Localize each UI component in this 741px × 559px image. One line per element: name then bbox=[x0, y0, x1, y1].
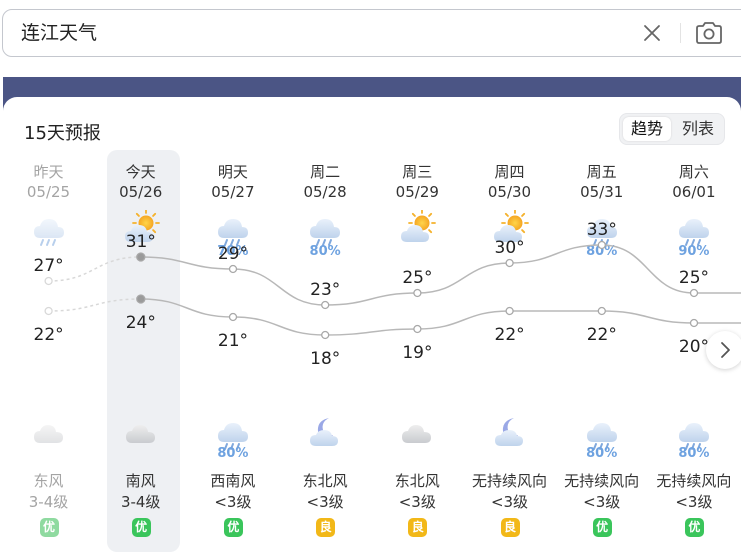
cloudy-icon bbox=[402, 425, 432, 443]
day-column[interactable]: 明天 05/27 70% 80% 西南风 <3级 优 bbox=[187, 152, 279, 552]
moon-cloud-icon bbox=[494, 418, 523, 446]
day-name: 周五 bbox=[586, 163, 617, 181]
wind-direction: 东风 bbox=[33, 472, 64, 490]
cloud-rain-icon bbox=[586, 219, 617, 246]
cloudy-icon bbox=[33, 425, 63, 443]
search-input[interactable]: 连江天气 bbox=[21, 10, 581, 56]
day-column[interactable]: 周五 05/31 80% 80% 无持续风向 <3级 优 bbox=[556, 152, 648, 552]
aqi-badge: 优 bbox=[684, 518, 704, 537]
wind-level: <3级 bbox=[675, 493, 713, 511]
rain-chance-day: 80% bbox=[309, 244, 341, 259]
day-date: 05/28 bbox=[303, 183, 347, 201]
partly-sunny-icon bbox=[401, 210, 437, 242]
cloud-rain-icon bbox=[310, 219, 341, 246]
rain-chance-day: 90% bbox=[678, 244, 710, 259]
toggle-trend[interactable]: 趋势 bbox=[623, 117, 671, 141]
wind-direction: 东北风 bbox=[302, 472, 348, 490]
scroll-right-button[interactable] bbox=[706, 331, 741, 369]
day-column[interactable]: 周二 05/28 80% 东北风 <3级 良 bbox=[279, 152, 371, 552]
day-column[interactable]: 今天 05/26 南风 3-4级 优 bbox=[95, 152, 187, 552]
wind-level: <3级 bbox=[490, 493, 529, 511]
day-name: 昨天 bbox=[33, 163, 64, 181]
day-name: 明天 bbox=[217, 163, 248, 181]
wind-direction: 无持续风向 bbox=[564, 472, 640, 490]
cloud-rain-icon bbox=[217, 219, 248, 246]
camera-icon[interactable] bbox=[694, 20, 724, 46]
chevron-right-icon bbox=[721, 342, 730, 358]
wind-direction: 无持续风向 bbox=[471, 472, 547, 490]
day-date: 05/31 bbox=[580, 183, 624, 201]
rain-chance-night: 80% bbox=[678, 446, 710, 461]
day-column[interactable]: 周三 05/29 东北风 <3级 良 bbox=[371, 152, 463, 552]
day-date: 05/25 bbox=[26, 183, 71, 201]
partly-sunny-icon bbox=[124, 210, 160, 242]
wind-direction: 南风 bbox=[125, 472, 156, 490]
rain-chance-day: 70% bbox=[217, 244, 249, 259]
wind-level: 3-4级 bbox=[120, 493, 161, 511]
day-column[interactable]: 周四 05/30 无持续风向 <3级 良 bbox=[464, 152, 556, 552]
day-name: 周二 bbox=[310, 163, 341, 181]
wind-direction: 东北风 bbox=[394, 472, 440, 490]
forecast-title: 15天预报 bbox=[24, 123, 101, 144]
aqi-badge: 良 bbox=[316, 518, 336, 537]
day-name: 周四 bbox=[494, 163, 525, 181]
cloudy-icon bbox=[125, 425, 155, 443]
partly-sunny-icon bbox=[493, 210, 529, 242]
view-toggle: 趋势 列表 bbox=[619, 113, 725, 145]
close-icon[interactable] bbox=[640, 21, 664, 45]
day-name: 今天 bbox=[125, 163, 156, 181]
search-divider bbox=[680, 23, 681, 43]
wind-direction: 无持续风向 bbox=[656, 472, 732, 490]
wind-level: <3级 bbox=[583, 493, 621, 511]
day-date: 05/26 bbox=[119, 183, 163, 201]
aqi-badge: 优 bbox=[592, 518, 612, 537]
day-date: 05/30 bbox=[487, 183, 532, 201]
cloud-rain-icon bbox=[33, 219, 64, 246]
aqi-badge: 优 bbox=[39, 518, 59, 537]
day-date: 05/27 bbox=[211, 183, 255, 201]
cloud-rain-icon bbox=[678, 219, 709, 246]
rain-chance-night: 80% bbox=[217, 446, 249, 461]
day-name: 周六 bbox=[678, 163, 709, 181]
aqi-badge: 良 bbox=[408, 518, 428, 537]
wind-direction: 西南风 bbox=[210, 472, 256, 490]
wind-level: <3级 bbox=[306, 493, 344, 511]
day-date: 06/01 bbox=[672, 183, 716, 201]
rain-chance-night: 80% bbox=[586, 446, 618, 461]
rain-chance-day: 80% bbox=[586, 244, 618, 259]
aqi-badge: 优 bbox=[223, 518, 243, 537]
wind-level: <3级 bbox=[214, 493, 252, 511]
aqi-badge: 良 bbox=[500, 518, 520, 537]
day-name: 周三 bbox=[402, 163, 433, 181]
wind-level: <3级 bbox=[398, 493, 436, 511]
search-bar[interactable]: 连江天气 bbox=[2, 9, 741, 57]
wind-level: 3-4级 bbox=[28, 493, 69, 511]
aqi-badge: 优 bbox=[131, 518, 151, 537]
toggle-list[interactable]: 列表 bbox=[674, 117, 722, 141]
day-column[interactable]: 昨天 05/25 东风 3-4级 优 bbox=[3, 152, 95, 552]
day-date: 05/29 bbox=[395, 183, 439, 201]
moon-cloud-icon bbox=[310, 418, 339, 446]
forecast-card: 15天预报 趋势 列表 昨天 05/25 东风 3-4级 优 今天 05/26 … bbox=[3, 97, 741, 559]
